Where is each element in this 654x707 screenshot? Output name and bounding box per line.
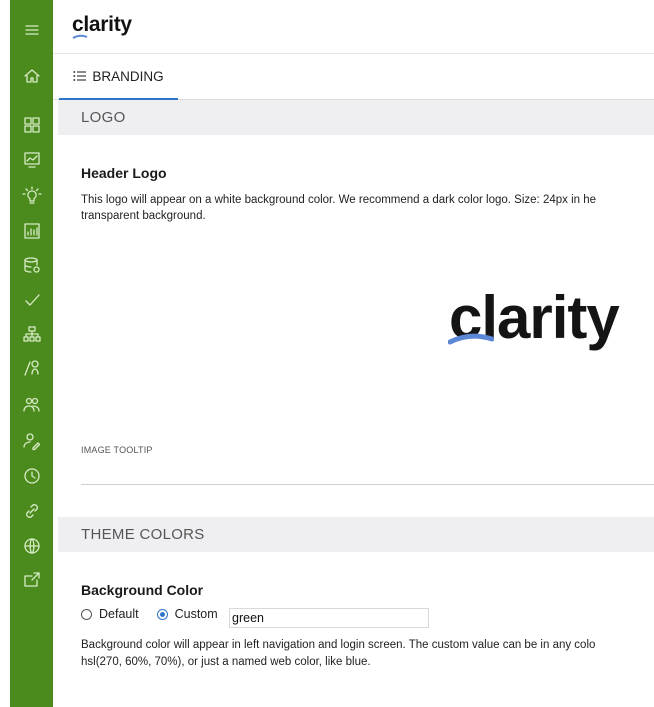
export-icon[interactable] [10,567,53,593]
hierarchy-icon[interactable] [10,322,53,348]
database-icon[interactable] [10,252,53,278]
radio-default-label[interactable]: Default [99,607,139,621]
tab-bar: BRANDING [53,54,654,100]
header-logo-description-line2: transparent background. [81,210,206,222]
users-icon[interactable] [10,392,53,418]
logo-section-title: LOGO [81,109,126,126]
theme-colors-section-title: THEME COLORS [81,526,205,543]
left-nav-sidebar [10,0,53,707]
logo-section-header: LOGO [58,100,654,135]
radio-default[interactable] [81,608,92,620]
background-color-description-line1: Background color will appear in left nav… [81,639,596,651]
header-logo-title: Header Logo [81,165,167,181]
menu-icon[interactable] [10,17,53,43]
globe-icon[interactable] [10,533,53,559]
theme-colors-section-header: THEME COLORS [58,517,654,552]
custom-color-input[interactable] [229,608,429,628]
link-icon[interactable] [10,498,53,524]
logo-swoosh-icon [72,34,88,39]
user-search-icon[interactable] [10,355,53,381]
chart-icon[interactable] [10,147,53,173]
tab-branding-label: BRANDING [92,68,164,84]
background-color-description-line2: hsl(270, 60%, 70%), or just a named web … [81,656,371,668]
image-tooltip-input[interactable] [81,484,654,485]
check-icon[interactable] [10,287,53,313]
list-icon [73,71,87,81]
radio-custom-label[interactable]: Custom [175,607,218,621]
user-edit-icon[interactable] [10,428,53,454]
logo-preview-swoosh-icon [448,333,494,345]
clock-icon[interactable] [10,463,53,489]
bar-chart-icon[interactable] [10,218,53,244]
background-color-title: Background Color [81,582,204,598]
lightbulb-icon[interactable] [10,183,53,209]
tab-branding[interactable]: BRANDING [59,54,178,100]
dashboard-icon[interactable] [10,112,53,138]
radio-custom[interactable] [156,608,168,620]
image-tooltip-label: IMAGE TOOLTIP [81,445,153,455]
top-header: clarity [53,0,654,54]
header-logo-description-line1: This logo will appear on a white backgro… [81,194,597,206]
home-icon[interactable] [10,63,53,89]
background-color-options: Default Custom [81,607,218,621]
